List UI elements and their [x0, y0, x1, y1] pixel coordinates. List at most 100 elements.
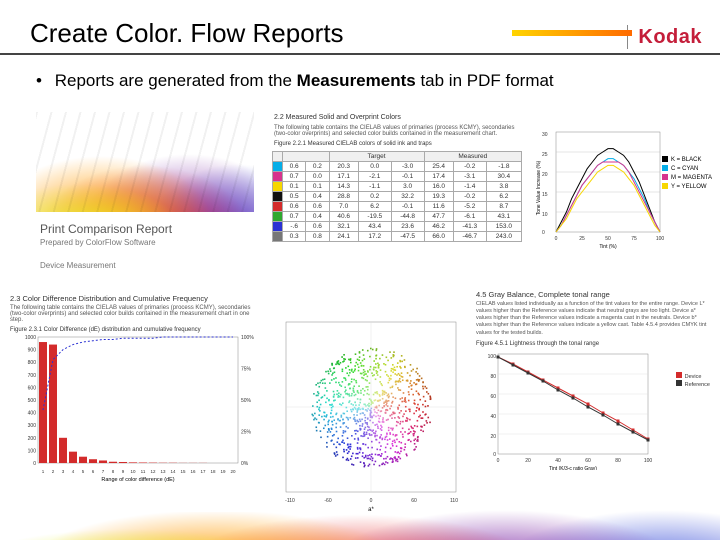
- svg-text:900: 900: [28, 348, 37, 354]
- report-cover-subtitle: Prepared by ColorFlow Software: [40, 238, 254, 247]
- swatch: [273, 162, 283, 172]
- brand-name: Kodak: [638, 26, 702, 49]
- swatch: [273, 172, 283, 182]
- solids-section-desc: The following table contains the CIELAB …: [274, 125, 522, 137]
- table-row: 0.60.220.30.0-3.025.4-0.2-1.8: [273, 162, 522, 172]
- cell: -0.1: [391, 172, 424, 182]
- cell: 43.4: [358, 222, 391, 232]
- hist-bar: [89, 459, 97, 463]
- cell: 0.6: [283, 202, 306, 212]
- svg-text:60: 60: [490, 394, 496, 400]
- svg-text:15: 15: [180, 469, 186, 474]
- solids-section-heading: 2.2 Measured Solid and Overprint Colors: [274, 114, 522, 121]
- cell: 40.6: [329, 212, 358, 222]
- cell: 32.1: [329, 222, 358, 232]
- cell: 17.4: [424, 172, 453, 182]
- cell: -3.0: [391, 162, 424, 172]
- cell: 17.1: [329, 172, 358, 182]
- svg-text:11: 11: [141, 469, 146, 474]
- title-bar: Create Color. Flow Reports Kodak: [0, 0, 720, 55]
- report-cover-title: Print Comparison Report: [40, 222, 254, 236]
- brand-block: Kodak: [627, 25, 720, 49]
- bullet-tail: tab in PDF format: [416, 71, 554, 90]
- svg-text:0: 0: [497, 458, 500, 464]
- svg-text:19: 19: [220, 469, 226, 474]
- svg-text:4: 4: [72, 469, 75, 474]
- cell: -46.7: [453, 232, 486, 242]
- svg-text:25: 25: [579, 236, 585, 242]
- cell: 153.0: [486, 222, 521, 232]
- cell: 25.4: [424, 162, 453, 172]
- cell: -6.1: [453, 212, 486, 222]
- cell: 0.1: [306, 182, 329, 192]
- cell: 0.1: [283, 182, 306, 192]
- cell: 0.7: [283, 172, 306, 182]
- svg-text:800: 800: [28, 360, 37, 366]
- cell: 30.4: [486, 172, 521, 182]
- svg-text:18: 18: [210, 469, 216, 474]
- svg-text:0: 0: [33, 461, 36, 467]
- svg-text:700: 700: [28, 373, 37, 379]
- cell: -3.1: [453, 172, 486, 182]
- solids-table: Target Measured 0.60.220.30.0-3.025.4-0.…: [272, 151, 522, 242]
- svg-text:100: 100: [644, 458, 653, 464]
- cell: 0.0: [358, 162, 391, 172]
- table-row: 0.10.114.3-1.13.016.0-1.43.8: [273, 182, 522, 192]
- report-cover-state: Device Measurement: [36, 261, 254, 270]
- svg-text:13: 13: [160, 469, 166, 474]
- cell: -5.2: [453, 202, 486, 212]
- svg-text:20: 20: [490, 434, 496, 440]
- cell: 16.0: [424, 182, 453, 192]
- bullet-lead: Reports are generated from the: [55, 71, 297, 90]
- legend-yellow: Y = YELLOW: [662, 183, 712, 192]
- cell: 66.0: [424, 232, 453, 242]
- svg-text:80: 80: [615, 458, 621, 464]
- hist-bar: [39, 342, 47, 463]
- th-target: Target: [329, 152, 424, 162]
- legend-magenta: M = MAGENTA: [662, 174, 712, 183]
- svg-text:1000: 1000: [25, 335, 36, 341]
- cell: 19.3: [424, 192, 453, 202]
- tvi-chart-panel: 302520 15100 0255075100 Tint (%) Tone Va…: [538, 128, 706, 268]
- cell: -0.2: [453, 162, 486, 172]
- svg-text:75%: 75%: [241, 367, 252, 373]
- cell: 3.8: [486, 182, 521, 192]
- cell: -.6: [283, 222, 306, 232]
- cell: 28.8: [329, 192, 358, 202]
- svg-text:20: 20: [525, 458, 531, 464]
- table-row: 0.70.440.6-19.5-44.847.7-6.143.1: [273, 212, 522, 222]
- swatch: [273, 182, 283, 192]
- svg-text:400: 400: [28, 411, 37, 417]
- brand-stripe: [512, 30, 632, 36]
- svg-text:17: 17: [200, 469, 206, 474]
- cell: 0.2: [306, 162, 329, 172]
- svg-text:10: 10: [542, 212, 548, 218]
- cell: -41.3: [453, 222, 486, 232]
- cell: 8.7: [486, 202, 521, 212]
- svg-text:200: 200: [28, 436, 37, 442]
- legend-reference: Reference: [685, 382, 710, 388]
- lightness-figure: Figure 4.5.1 Lightness through the tonal…: [476, 341, 712, 347]
- tvi-chart: 302520 15100 0255075100 Tint (%) Tone Va…: [538, 128, 664, 248]
- cell: 46.2: [424, 222, 453, 232]
- table-row: 0.50.428.80.232.219.3-0.26.2: [273, 192, 522, 202]
- cell: 6.2: [358, 202, 391, 212]
- lightness-desc: CIELAB values listed individually as a f…: [476, 301, 712, 337]
- svg-text:40: 40: [555, 458, 561, 464]
- report-cover-art: [36, 112, 254, 212]
- tvi-ylabel: Tone Value Increase (%): [536, 160, 542, 215]
- cell: -1.4: [453, 182, 486, 192]
- cell: 7.0: [329, 202, 358, 212]
- svg-text:60: 60: [411, 498, 417, 504]
- bullet-dot: •: [36, 71, 50, 91]
- lightness-legend: Device Reference: [676, 372, 710, 388]
- cell: 0.6: [306, 222, 329, 232]
- cell: 0.3: [283, 232, 306, 242]
- table-row: 0.30.824.117.2-47.566.0-46.7243.0: [273, 232, 522, 242]
- cell: 0.5: [283, 192, 306, 202]
- svg-text:40: 40: [490, 414, 496, 420]
- svg-text:2: 2: [52, 469, 55, 474]
- lightness-panel: 4.5 Gray Balance, Complete tonal range C…: [476, 290, 712, 480]
- svg-text:110: 110: [450, 498, 458, 504]
- hist-bar: [99, 460, 107, 463]
